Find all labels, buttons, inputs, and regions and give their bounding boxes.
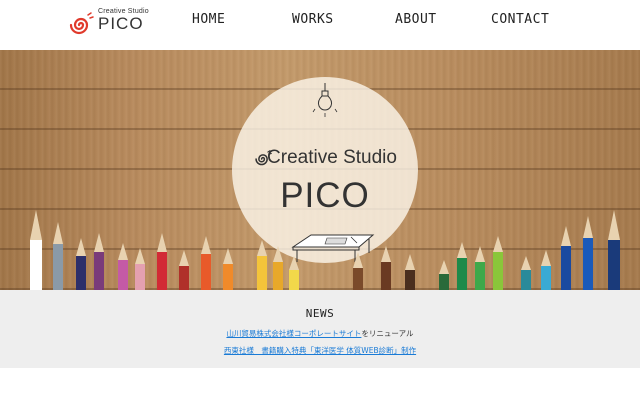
logo[interactable]: Creative Studio PICO [68, 8, 149, 38]
nav-works[interactable]: WORKS [292, 12, 334, 27]
hero-banner: Creative Studio PICO [0, 50, 640, 290]
nav-home[interactable]: HOME [192, 12, 225, 27]
news-item-suffix: をリニューアル [361, 329, 414, 338]
page-footer-space [0, 368, 640, 400]
site-header: Creative Studio PICO HOME WORKS ABOUT CO… [0, 0, 640, 48]
news-section: NEWS 山川貿易株式会社様コーポレートサイトをリニューアル 西東社様 書籍購入… [0, 290, 640, 368]
news-heading: NEWS [305, 307, 335, 320]
logo-name: PICO [98, 14, 144, 33]
news-link[interactable]: 山川貿易株式会社様コーポレートサイト [226, 329, 361, 338]
nav-about[interactable]: ABOUT [395, 12, 437, 27]
pencils-illustration [30, 210, 620, 290]
swirl-logo-icon [69, 12, 94, 35]
news-link[interactable]: 西東社様 書籍購入特典「東洋医学 体質WEB診断」制作 [224, 346, 416, 355]
news-item: 西東社様 書籍購入特典「東洋医学 体質WEB診断」制作 [0, 345, 640, 356]
news-item: 山川貿易株式会社様コーポレートサイトをリニューアル [0, 328, 640, 339]
nav-contact[interactable]: CONTACT [491, 12, 549, 27]
